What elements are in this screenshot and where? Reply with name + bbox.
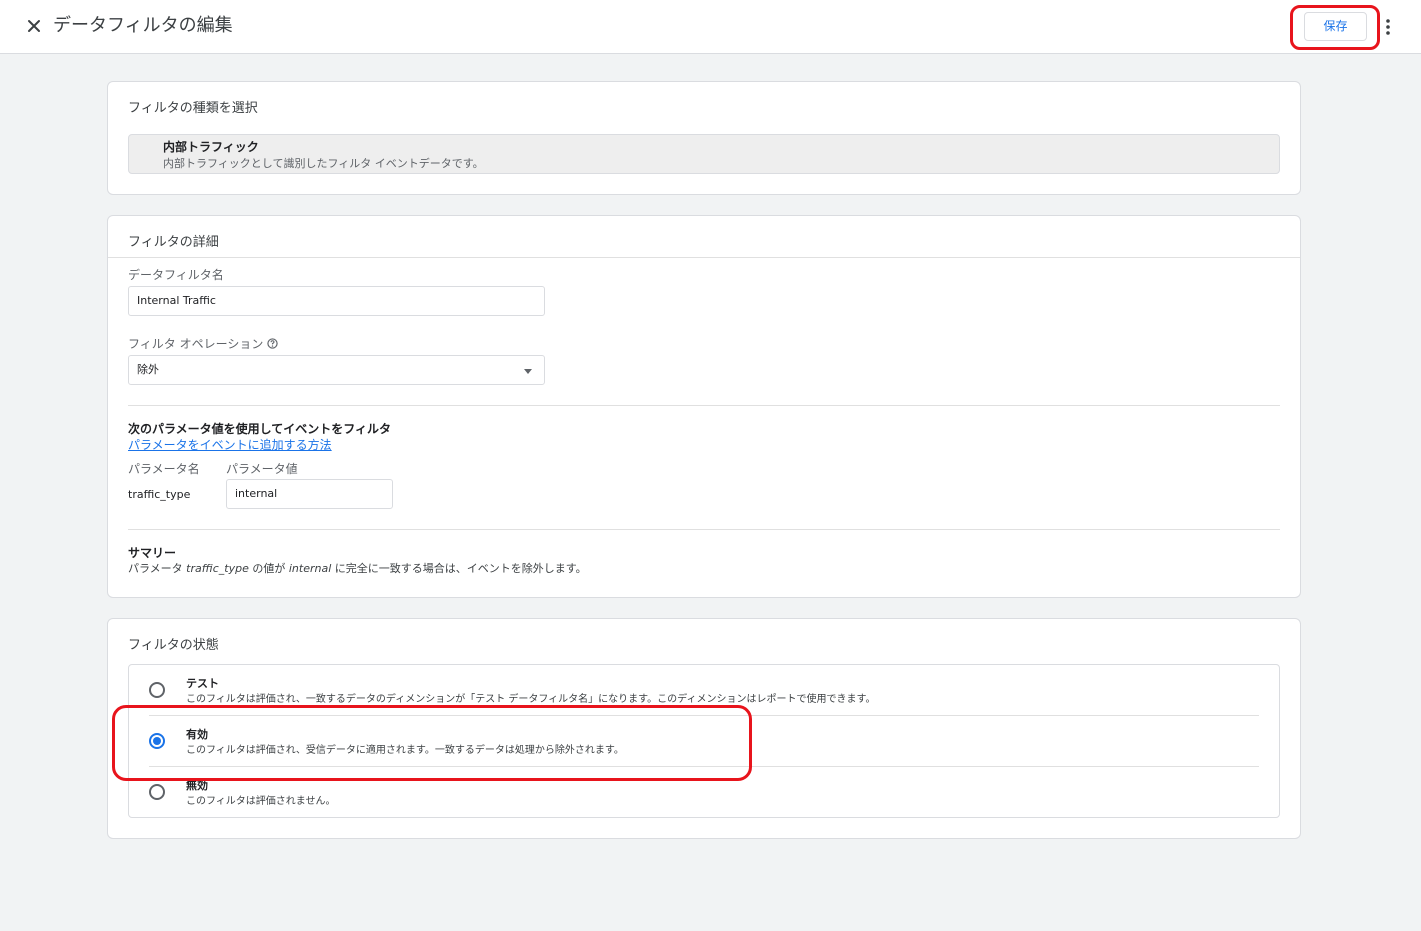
help-icon[interactable] bbox=[267, 338, 278, 349]
filter-type-description: 内部トラフィックとして識別したフィルタ イベントデータです。 bbox=[163, 157, 484, 170]
filter-type-card: フィルタの種類を選択 内部トラフィック 内部トラフィックとして識別したフィルタ … bbox=[107, 81, 1301, 195]
summary-param: traffic_type bbox=[186, 562, 249, 575]
filter-details-section-title: フィルタの詳細 bbox=[128, 235, 219, 250]
summary-part: の値が bbox=[248, 562, 289, 575]
more-options-button[interactable] bbox=[1382, 18, 1394, 36]
filter-operation-select[interactable]: 除外 bbox=[128, 355, 545, 385]
param-value-input[interactable]: internal bbox=[226, 479, 393, 509]
section-divider bbox=[128, 529, 1280, 530]
radio-button[interactable] bbox=[149, 784, 165, 800]
top-bar: データフィルタの編集 保存 bbox=[0, 0, 1421, 54]
param-name-label: パラメータ名 bbox=[128, 462, 200, 476]
dropdown-arrow-icon bbox=[524, 369, 532, 374]
param-heading: 次のパラメータ値を使用してイベントをフィルタ bbox=[128, 422, 392, 436]
filter-operation-label: フィルタ オペレーション bbox=[128, 335, 278, 352]
status-option-description: このフィルタは評価されません。 bbox=[186, 796, 336, 807]
filter-operation-value: 除外 bbox=[137, 363, 159, 376]
page-title: データフィルタの編集 bbox=[53, 15, 233, 36]
active-option-highlight bbox=[112, 705, 752, 781]
section-divider bbox=[128, 405, 1280, 406]
status-option-description: このフィルタは評価され、一致するデータのディメンションが「テスト データフィルタ… bbox=[186, 694, 876, 705]
more-vert-icon bbox=[1386, 19, 1390, 35]
param-help-link[interactable]: パラメータをイベントに追加する方法 bbox=[128, 436, 332, 453]
filter-type-section-title: フィルタの種類を選択 bbox=[128, 101, 258, 116]
summary-heading: サマリー bbox=[128, 546, 177, 560]
section-divider bbox=[108, 257, 1300, 258]
close-button[interactable] bbox=[22, 14, 46, 38]
param-name-value: traffic_type bbox=[128, 488, 191, 501]
radio-button[interactable] bbox=[149, 682, 165, 698]
filter-operation-label-text: フィルタ オペレーション bbox=[128, 337, 264, 351]
filter-name-label: データフィルタ名 bbox=[128, 268, 224, 282]
param-value-label: パラメータ値 bbox=[226, 462, 298, 476]
filter-type-option[interactable]: 内部トラフィック 内部トラフィックとして識別したフィルタ イベントデータです。 bbox=[128, 134, 1280, 174]
summary-text: パラメータ traffic_type の値が internal に完全に一致する… bbox=[128, 560, 587, 576]
filter-name-input[interactable]: Internal Traffic bbox=[128, 286, 545, 316]
filter-type-name: 内部トラフィック bbox=[163, 140, 259, 154]
status-option-title: テスト bbox=[186, 677, 219, 690]
summary-part: に完全に一致する場合は、イベントを除外します。 bbox=[331, 562, 587, 575]
summary-value: internal bbox=[288, 562, 332, 575]
filter-status-section-title: フィルタの状態 bbox=[128, 638, 219, 653]
close-icon bbox=[28, 20, 40, 32]
save-highlight bbox=[1290, 5, 1380, 50]
summary-part: パラメータ bbox=[128, 562, 187, 575]
filter-details-card: フィルタの詳細 データフィルタ名 Internal Traffic フィルタ オ… bbox=[107, 215, 1301, 598]
